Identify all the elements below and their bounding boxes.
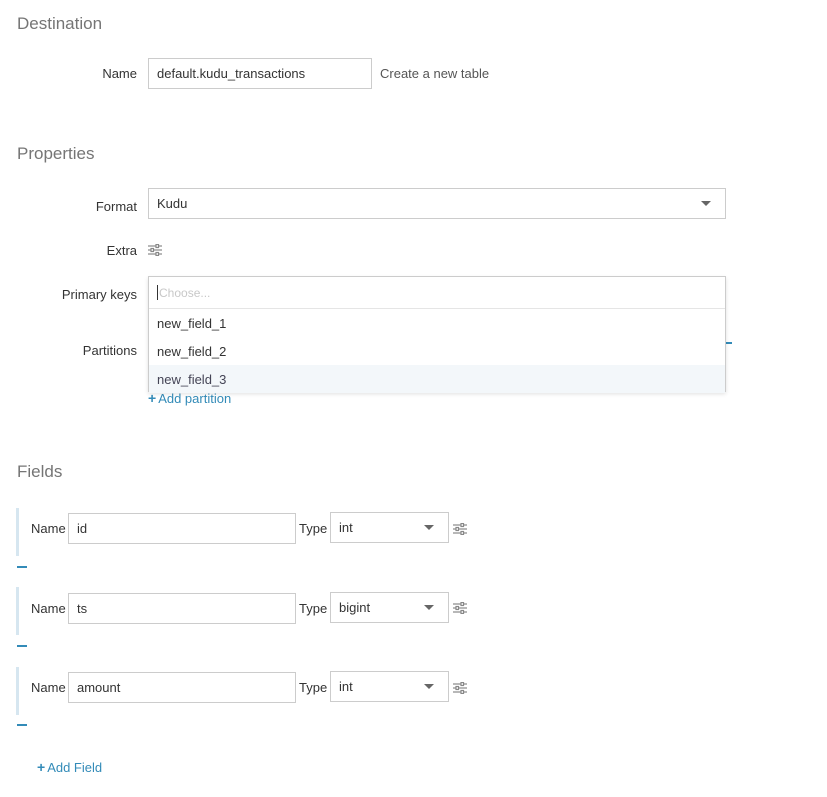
- remove-field-icon[interactable]: [17, 566, 27, 568]
- extra-label: Extra: [106, 243, 137, 258]
- field-type-label: Type: [299, 601, 328, 616]
- field-type-select[interactable]: bigint: [330, 592, 449, 623]
- text-cursor: [157, 285, 158, 300]
- chevron-down-icon: [701, 201, 711, 206]
- option-new-field-1[interactable]: new_field_1: [149, 309, 725, 337]
- remove-field-icon[interactable]: [17, 724, 27, 726]
- option-new-field-2[interactable]: new_field_2: [149, 337, 725, 365]
- primary-keys-label: Primary keys: [61, 287, 137, 302]
- field-name-value: amount: [77, 680, 121, 695]
- field-type-label: Type: [299, 521, 328, 536]
- field-name-input[interactable]: id: [68, 513, 296, 544]
- field-settings-icon[interactable]: [453, 682, 467, 694]
- format-select[interactable]: Kudu: [148, 188, 726, 219]
- option-new-field-3[interactable]: new_field_3: [149, 365, 725, 393]
- destination-name-label: Name: [102, 66, 137, 81]
- field-type-label: Type: [299, 680, 328, 695]
- field-name-label: Name: [31, 521, 66, 536]
- remove-field-icon[interactable]: [17, 645, 27, 647]
- field-name-value: ts: [77, 601, 88, 616]
- fields-title: Fields: [17, 462, 63, 481]
- primary-keys-placeholder: Choose...: [159, 285, 211, 300]
- destination-title: Destination: [17, 14, 103, 33]
- create-table-hint: Create a new table: [380, 66, 490, 81]
- format-label: Format: [95, 199, 137, 214]
- table-name-input[interactable]: default.kudu_transactions: [148, 58, 372, 89]
- field-type-value: bigint: [339, 600, 371, 615]
- field-name-label: Name: [31, 680, 66, 695]
- field-settings-icon[interactable]: [453, 523, 467, 535]
- field-type-value: int: [339, 679, 353, 694]
- field-type-value: int: [339, 520, 353, 535]
- chevron-down-icon: [424, 684, 434, 689]
- settings-sliders-icon[interactable]: [148, 244, 162, 256]
- field-type-select[interactable]: int: [330, 671, 449, 702]
- primary-keys-search[interactable]: Choose...: [149, 277, 725, 309]
- add-partition-label: Add partition: [158, 391, 232, 406]
- add-field-label: Add Field: [47, 760, 103, 775]
- properties-title: Properties: [17, 144, 95, 163]
- field-name-input[interactable]: amount: [68, 672, 296, 703]
- field-name-value: id: [77, 521, 88, 536]
- add-field-link[interactable]: + Add Field: [37, 759, 102, 775]
- chevron-down-icon: [424, 525, 434, 530]
- chevron-down-icon: [424, 605, 434, 610]
- format-value: Kudu: [157, 196, 188, 211]
- field-name-label: Name: [31, 601, 66, 616]
- field-name-input[interactable]: ts: [68, 593, 296, 624]
- field-settings-icon[interactable]: [453, 602, 467, 614]
- primary-keys-dropdown[interactable]: Choose... new_field_1 new_field_2 new_fi…: [148, 276, 726, 393]
- table-name-value: default.kudu_transactions: [157, 66, 306, 81]
- plus-icon: +: [37, 759, 46, 775]
- partitions-label: Partitions: [82, 343, 137, 358]
- field-type-select[interactable]: int: [330, 512, 449, 543]
